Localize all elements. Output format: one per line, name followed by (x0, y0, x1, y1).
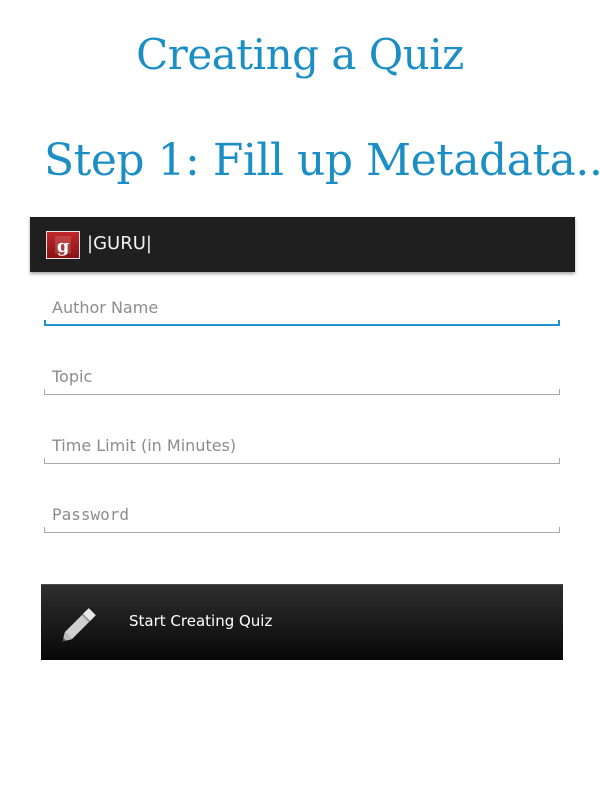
step-heading: Step 1: Fill up Metadata.. (44, 135, 600, 186)
app-title: |GURU| (87, 233, 152, 254)
pencil-icon (62, 608, 96, 642)
time-limit-input[interactable] (44, 428, 560, 462)
topic-field[interactable] (44, 359, 560, 395)
page-title: Creating a Quiz (136, 30, 464, 79)
author-name-input[interactable] (44, 290, 560, 324)
time-limit-underline (44, 458, 560, 464)
password-underline (44, 527, 560, 533)
start-creating-quiz-button[interactable]: Start Creating Quiz (41, 584, 563, 660)
start-button-label: Start Creating Quiz (129, 612, 273, 630)
logo-letter: g (57, 236, 70, 257)
app-screen: g |GURU| Start Creating Quiz (30, 217, 575, 677)
topic-underline (44, 389, 560, 395)
time-limit-field[interactable] (44, 428, 560, 464)
logo-glyph: g (55, 236, 71, 257)
password-field[interactable] (44, 497, 560, 533)
author-name-field[interactable] (44, 290, 560, 326)
app-logo-icon: g (46, 231, 80, 259)
password-input[interactable] (44, 497, 560, 531)
author-name-underline (44, 320, 560, 326)
action-bar: g |GURU| (30, 217, 575, 272)
topic-input[interactable] (44, 359, 560, 393)
